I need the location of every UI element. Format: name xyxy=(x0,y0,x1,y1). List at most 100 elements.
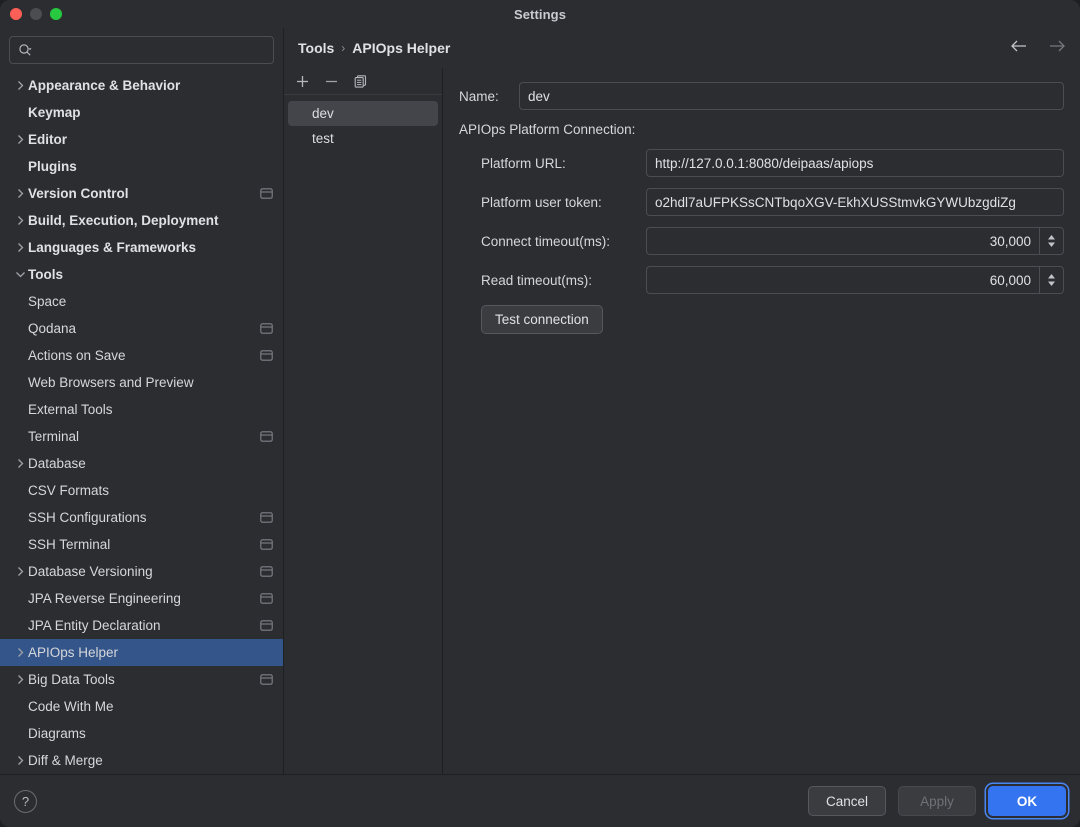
name-input[interactable] xyxy=(519,82,1064,110)
sidebar-item-appearance-behavior[interactable]: Appearance & Behavior xyxy=(0,72,283,99)
read-timeout-spinner-buttons[interactable] xyxy=(1039,266,1064,294)
sidebar-item-csv-formats[interactable]: CSV Formats xyxy=(0,477,283,504)
sidebar-item-label: Tools xyxy=(28,267,63,282)
chevron-right-icon[interactable] xyxy=(12,242,28,253)
sidebar-item-qodana[interactable]: Qodana xyxy=(0,315,283,342)
sidebar-item-label: APIOps Helper xyxy=(28,645,119,660)
platform-token-input[interactable] xyxy=(646,188,1064,216)
sidebar-item-label: Diff & Merge xyxy=(28,753,103,768)
test-connection-row: Test connection xyxy=(459,305,1064,334)
chevron-right-icon[interactable] xyxy=(12,80,28,91)
chevron-right-icon[interactable] xyxy=(12,674,28,685)
copy-icon[interactable] xyxy=(352,73,368,89)
breadcrumb-parent[interactable]: Tools xyxy=(298,40,334,56)
navigation-arrows xyxy=(1010,39,1066,58)
sidebar-item-label: Diagrams xyxy=(28,726,86,741)
help-icon[interactable]: ? xyxy=(14,789,37,813)
spinner-arrows-icon xyxy=(1048,274,1055,286)
title-bar: Settings xyxy=(0,0,1080,28)
sidebar-item-jpa-entity-declaration[interactable]: JPA Entity Declaration xyxy=(0,612,283,639)
apply-button: Apply xyxy=(898,786,976,816)
sidebar-item-ssh-terminal[interactable]: SSH Terminal xyxy=(0,531,283,558)
configuration-form: Name: APIOps Platform Connection: Platfo… xyxy=(443,68,1080,774)
sidebar-item-database[interactable]: Database xyxy=(0,450,283,477)
sidebar-item-diff-merge[interactable]: Diff & Merge xyxy=(0,747,283,774)
sidebar-item-actions-on-save[interactable]: Actions on Save xyxy=(0,342,283,369)
plugin-badge-icon xyxy=(260,620,273,631)
sidebar-item-label: Languages & Frameworks xyxy=(28,240,197,255)
connect-timeout-stepper[interactable] xyxy=(646,227,1064,255)
chevron-right-icon[interactable] xyxy=(12,215,28,226)
sidebar-item-label: SSH Terminal xyxy=(28,537,111,552)
sidebar-item-label: Code With Me xyxy=(28,699,114,714)
chevron-down-icon[interactable] xyxy=(12,270,28,279)
search-icon xyxy=(18,43,32,57)
search-box[interactable] xyxy=(9,36,274,64)
sidebar-item-label: Space xyxy=(28,294,67,309)
environment-item-dev[interactable]: dev xyxy=(288,101,438,126)
sidebar-item-big-data-tools[interactable]: Big Data Tools xyxy=(0,666,283,693)
sidebar-item-external-tools[interactable]: External Tools xyxy=(0,396,283,423)
settings-tree[interactable]: Appearance & Behavior Keymap Editor Plugins… xyxy=(0,70,283,774)
sidebar-item-label: External Tools xyxy=(28,402,113,417)
read-timeout-input[interactable] xyxy=(646,266,1039,294)
chevron-right-icon[interactable] xyxy=(12,188,28,199)
chevron-right-icon[interactable] xyxy=(12,458,28,469)
plugin-badge-icon xyxy=(260,566,273,577)
add-icon[interactable] xyxy=(294,73,310,89)
connect-timeout-input[interactable] xyxy=(646,227,1039,255)
sidebar-item-terminal[interactable]: Terminal xyxy=(0,423,283,450)
ok-button[interactable]: OK xyxy=(988,786,1066,816)
connect-timeout-spinner-buttons[interactable] xyxy=(1039,227,1064,255)
sidebar-item-diagrams[interactable]: Diagrams xyxy=(0,720,283,747)
dialog-footer: ? Cancel Apply OK xyxy=(0,774,1080,827)
sidebar-item-jpa-reverse-engineering[interactable]: JPA Reverse Engineering xyxy=(0,585,283,612)
environment-list[interactable]: dev test xyxy=(284,95,442,151)
platform-url-input[interactable] xyxy=(646,149,1064,177)
name-row: Name: xyxy=(459,82,1064,110)
test-connection-button[interactable]: Test connection xyxy=(481,305,603,334)
read-timeout-row: Read timeout(ms): xyxy=(459,266,1064,294)
sidebar-item-apiops-helper[interactable]: APIOps Helper xyxy=(0,639,283,666)
chevron-right-icon[interactable] xyxy=(12,755,28,766)
sidebar-item-tools[interactable]: Tools xyxy=(0,261,283,288)
sidebar-item-label: Actions on Save xyxy=(28,348,126,363)
sidebar-item-ssh-configurations[interactable]: SSH Configurations xyxy=(0,504,283,531)
sidebar-item-label: Web Browsers and Preview xyxy=(28,375,194,390)
forward-arrow-icon[interactable] xyxy=(1048,39,1066,58)
back-arrow-icon[interactable] xyxy=(1010,39,1028,58)
spinner-arrows-icon xyxy=(1048,235,1055,247)
sidebar-item-label: Terminal xyxy=(28,429,80,444)
sidebar-item-keymap[interactable]: Keymap xyxy=(0,99,283,126)
sidebar-item-build-execution-deployment[interactable]: Build, Execution, Deployment xyxy=(0,207,283,234)
environment-item-test[interactable]: test xyxy=(288,126,438,151)
platform-token-row: Platform user token: xyxy=(459,188,1064,216)
sidebar-item-label: Database Versioning xyxy=(28,564,153,579)
cancel-button[interactable]: Cancel xyxy=(808,786,886,816)
sidebar-item-label: Qodana xyxy=(28,321,77,336)
sidebar-item-version-control[interactable]: Version Control xyxy=(0,180,283,207)
sidebar-item-space[interactable]: Space xyxy=(0,288,283,315)
sidebar-item-label: JPA Reverse Engineering xyxy=(28,591,181,606)
sidebar-item-database-versioning[interactable]: Database Versioning xyxy=(0,558,283,585)
read-timeout-stepper[interactable] xyxy=(646,266,1064,294)
breadcrumb-current: APIOps Helper xyxy=(352,40,451,56)
sidebar-item-code-with-me[interactable]: Code With Me xyxy=(0,693,283,720)
sidebar-item-label: Plugins xyxy=(28,159,77,174)
chevron-right-icon[interactable] xyxy=(12,647,28,658)
search-input[interactable] xyxy=(36,37,265,63)
sidebar-item-plugins[interactable]: Plugins xyxy=(0,153,283,180)
chevron-right-icon[interactable] xyxy=(12,566,28,577)
breadcrumb-separator-icon: › xyxy=(341,41,346,55)
connect-timeout-label: Connect timeout(ms): xyxy=(481,233,611,249)
sidebar-item-languages-frameworks[interactable]: Languages & Frameworks xyxy=(0,234,283,261)
remove-icon[interactable] xyxy=(323,73,339,89)
plugin-badge-icon xyxy=(260,593,273,604)
sidebar-item-web-browsers-and-preview[interactable]: Web Browsers and Preview xyxy=(0,369,283,396)
search-container xyxy=(0,28,283,70)
sidebar-item-editor[interactable]: Editor xyxy=(0,126,283,153)
chevron-right-icon[interactable] xyxy=(12,134,28,145)
settings-dialog: Settings Appearance & Behavior Keymap Edit xyxy=(0,0,1080,827)
sidebar-item-label: Big Data Tools xyxy=(28,672,115,687)
platform-token-label: Platform user token: xyxy=(481,194,602,210)
